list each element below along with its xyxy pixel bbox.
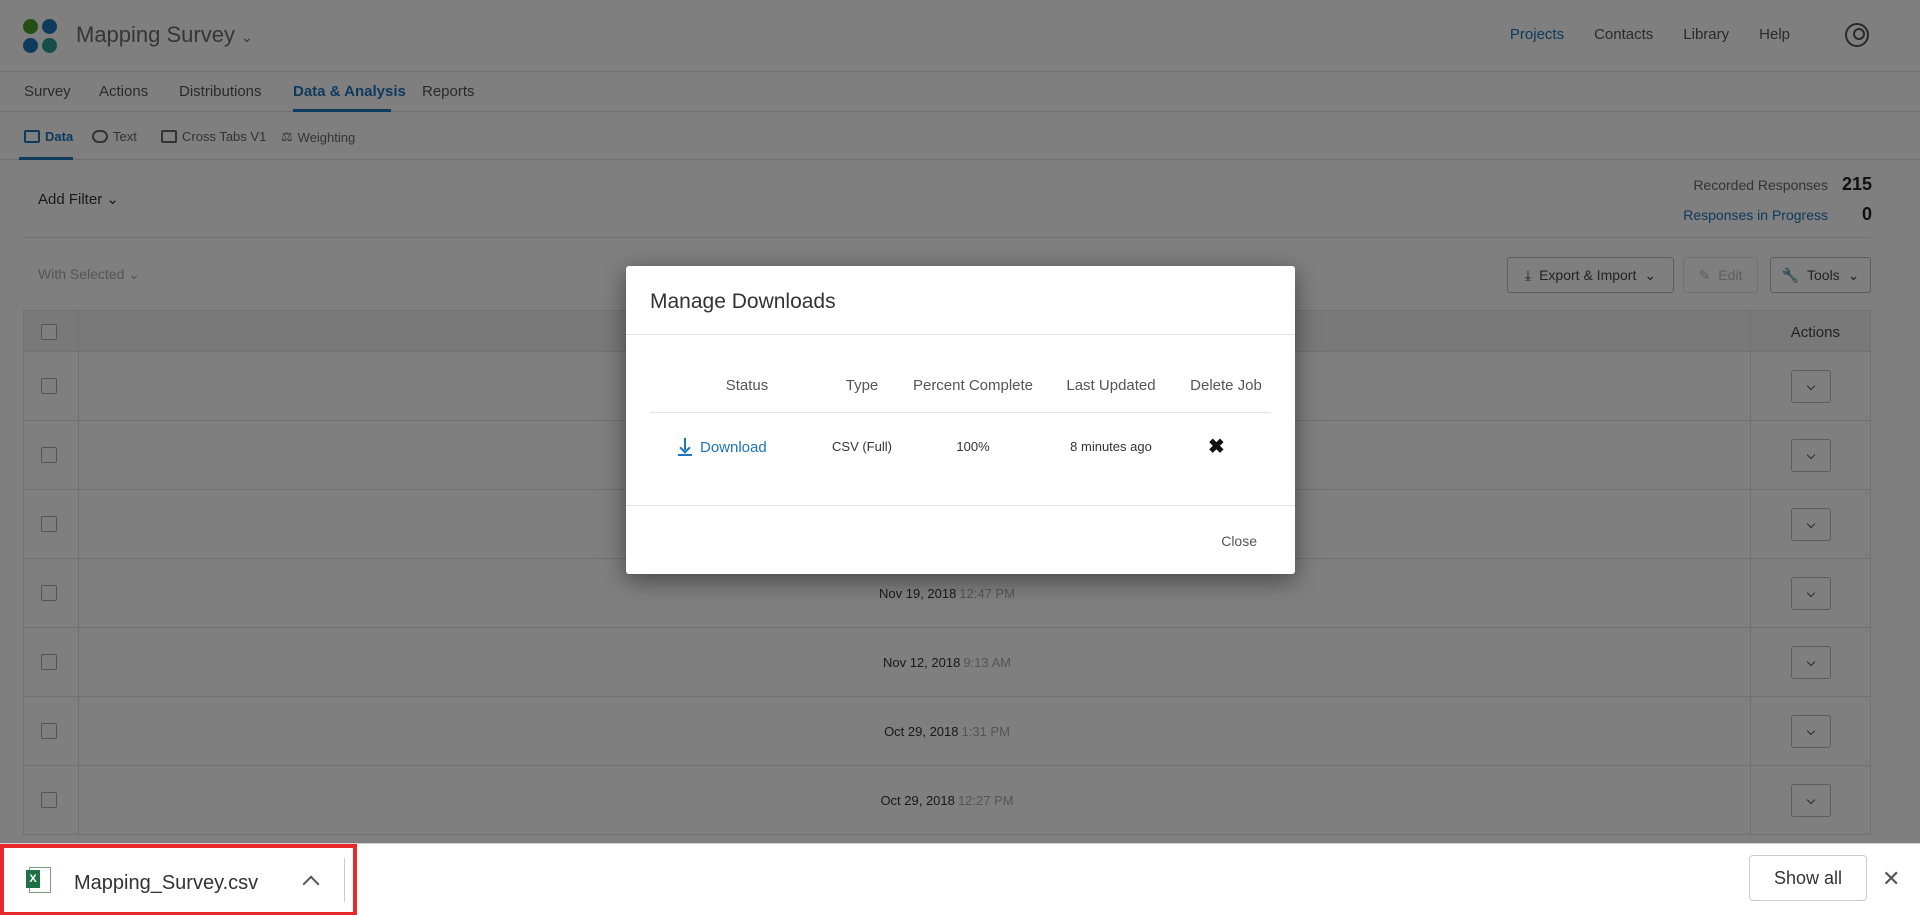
col-header-delete: Delete Job [1190, 377, 1262, 394]
manage-downloads-modal: Manage Downloads Status Type Percent Com… [626, 266, 1295, 574]
delete-job-icon[interactable]: ✖ [1208, 434, 1225, 459]
chevron-up-icon[interactable] [302, 875, 320, 893]
col-header-percent: Percent Complete [912, 377, 1034, 394]
downloaded-file-item[interactable]: Mapping_Survey.csv [0, 844, 357, 915]
download-shelf: Mapping_Survey.csv Show all ✕ [0, 843, 1920, 915]
downloaded-file-name: Mapping_Survey.csv [74, 872, 259, 894]
modal-title: Manage Downloads [650, 290, 836, 313]
job-type: CSV (Full) [832, 439, 892, 454]
close-icon[interactable]: ✕ [1882, 866, 1900, 892]
download-icon [678, 438, 692, 456]
col-header-type: Type [845, 377, 879, 394]
job-percent: 100% [956, 439, 990, 454]
show-all-button[interactable]: Show all [1749, 855, 1867, 901]
col-header-last-updated: Last Updated [1066, 377, 1156, 394]
excel-file-icon [26, 867, 51, 893]
download-link-label: Download [700, 438, 767, 456]
close-button[interactable]: Close [1221, 533, 1257, 549]
download-link[interactable]: Download [678, 438, 767, 456]
job-last-updated: 8 minutes ago [1070, 439, 1152, 454]
col-header-status: Status [725, 377, 769, 394]
